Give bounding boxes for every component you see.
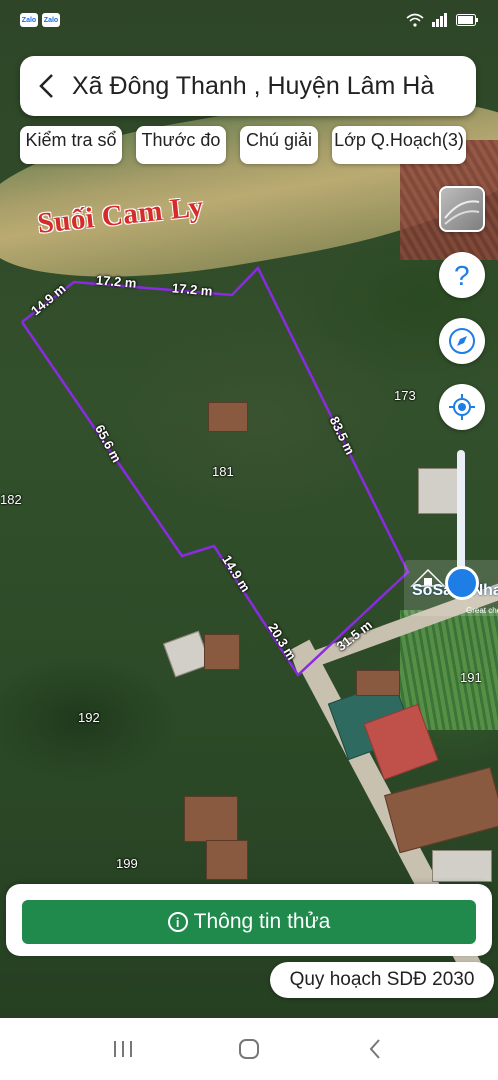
back-icon [369, 1039, 380, 1059]
compass-button[interactable] [439, 318, 485, 364]
help-icon: ? [454, 260, 470, 290]
check-deed-button[interactable]: Kiểm tra sổ [20, 126, 122, 164]
battery-icon [456, 14, 478, 26]
parcel-number: 192 [78, 710, 100, 725]
signal-icon [432, 13, 447, 27]
home-button[interactable] [229, 1029, 269, 1069]
chip-label: Thước đo [141, 130, 221, 150]
chip-label: Chú giải [245, 130, 313, 150]
info-icon: i [167, 912, 188, 932]
back-button[interactable] [20, 56, 72, 116]
legend-button[interactable]: Chú giải [240, 126, 318, 164]
map-layer-button[interactable] [439, 186, 485, 232]
parcel-number: 191 [460, 670, 482, 685]
watermark-tagline: Great choice [466, 606, 498, 615]
recents-icon [114, 1041, 132, 1057]
planning-layer-button[interactable]: Lớp Q.Hoạch(3) [332, 126, 466, 164]
svg-text:?: ? [454, 260, 470, 290]
locate-button[interactable] [439, 384, 485, 430]
parcel-info-button[interactable]: i Thông tin thửa [22, 900, 476, 944]
zalo-app-icon: Zalo [42, 13, 60, 27]
system-nav-bar [0, 1018, 498, 1080]
land-use-plan-button[interactable]: Quy hoạch SDĐ 2030 [270, 962, 494, 998]
page-title: Xã Đông Thanh , Huyện Lâm Hà [72, 71, 435, 100]
opacity-slider-thumb[interactable] [445, 566, 479, 600]
parcel-info-card: i Thông tin thửa [6, 884, 492, 956]
recents-button[interactable] [103, 1029, 143, 1069]
chevron-left-icon [39, 74, 53, 98]
parcel-number: 182 [0, 492, 22, 507]
locate-icon [449, 394, 475, 420]
compass-icon [449, 328, 475, 354]
chip-label: Kiểm tra sổ [25, 130, 117, 150]
location-header: Xã Đông Thanh , Huyện Lâm Hà [20, 56, 476, 116]
parcel-info-label: Thông tin thửa [193, 910, 331, 933]
status-bar: Zalo Zalo [0, 0, 498, 40]
satellite-layer-icon [444, 200, 480, 225]
measure-button[interactable]: Thước đo [136, 126, 226, 164]
home-icon [239, 1039, 259, 1059]
opacity-slider-track[interactable] [457, 450, 465, 585]
nav-back-button[interactable] [355, 1029, 395, 1069]
parcel-number: 181 [212, 464, 234, 479]
wifi-icon [406, 13, 424, 27]
help-button[interactable]: ? [439, 252, 485, 298]
chip-label: Lớp Q.Hoạch(3) [334, 130, 464, 150]
parcel-number: 173 [394, 388, 416, 403]
parcel-number: 199 [116, 856, 138, 871]
zalo-app-icon: Zalo [20, 13, 38, 27]
